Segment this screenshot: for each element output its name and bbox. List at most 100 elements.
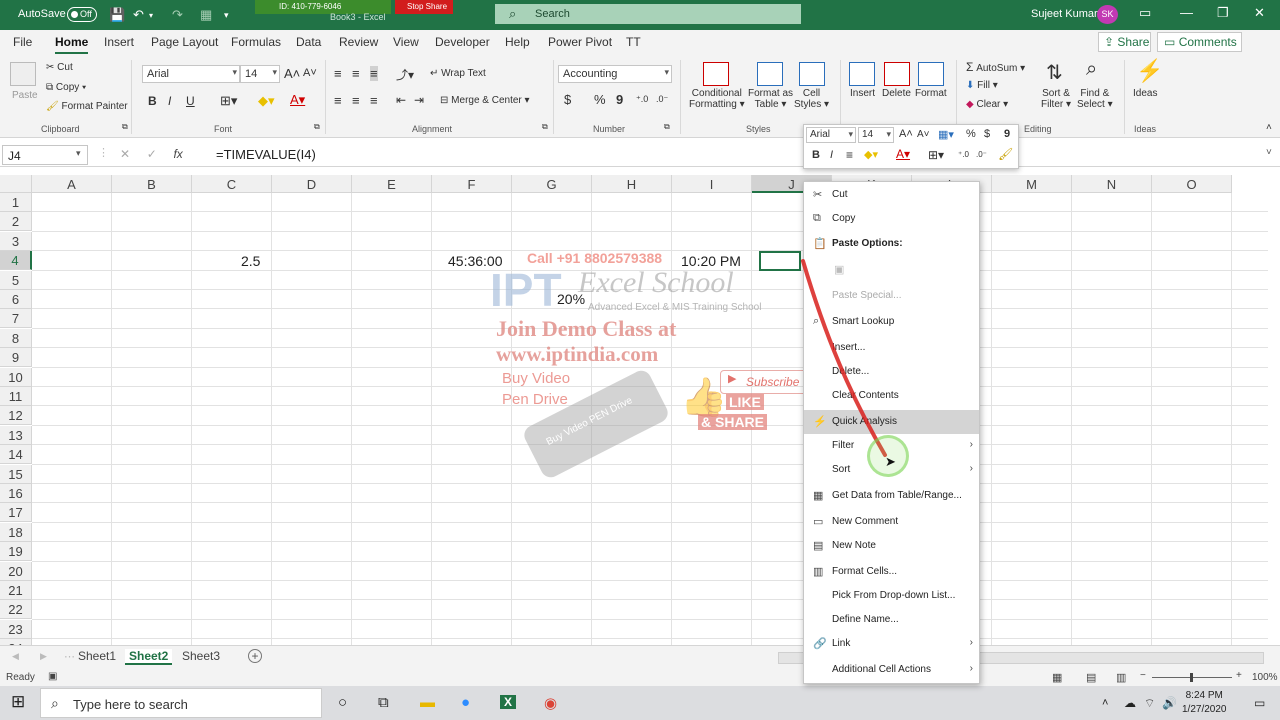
- font-name-combo[interactable]: Arial: [142, 65, 240, 83]
- ideas-icon[interactable]: ⚡: [1136, 58, 1163, 84]
- comments-button[interactable]: ▭ Comments: [1157, 32, 1242, 52]
- tab-page-layout[interactable]: Page Layout: [151, 35, 218, 49]
- sort-filter-button[interactable]: Sort & Filter ▾: [1041, 88, 1071, 110]
- column-header-E[interactable]: E: [352, 175, 432, 193]
- row-header-18[interactable]: 18: [0, 522, 32, 542]
- row-header-12[interactable]: 12: [0, 406, 32, 426]
- cell-styles-icon[interactable]: [799, 62, 825, 86]
- mini-format-painter-icon[interactable]: 🖌: [998, 147, 1013, 161]
- menu-item-copy[interactable]: ⧉ Copy: [804, 207, 979, 231]
- enter-icon[interactable]: ✓: [147, 147, 157, 161]
- normal-view-icon[interactable]: ▦: [1052, 671, 1062, 684]
- shrink-font-icon[interactable]: A˅: [303, 67, 317, 79]
- mini-shrink-font-icon[interactable]: A˅: [917, 129, 930, 140]
- volume-icon[interactable]: 🔊: [1162, 696, 1177, 710]
- tab-home[interactable]: Home: [55, 35, 89, 55]
- copy-button[interactable]: ⧉ Copy ▾: [46, 82, 86, 93]
- zoom-app-icon[interactable]: ●: [461, 694, 470, 711]
- orientation-icon[interactable]: ⤴▾: [396, 66, 414, 83]
- menu-item-quick-analysis[interactable]: ⚡ Quick Analysis: [804, 410, 979, 434]
- onedrive-icon[interactable]: ☁: [1124, 696, 1136, 710]
- sheet-tab-sheet3[interactable]: Sheet3: [182, 649, 220, 663]
- next-sheet-icon[interactable]: ▶: [40, 651, 47, 662]
- number-format-combo[interactable]: Accounting: [558, 65, 672, 83]
- conditional-formatting-icon[interactable]: [703, 62, 729, 86]
- prev-sheet-icon[interactable]: ◀: [12, 651, 19, 662]
- tab-tt[interactable]: TT: [626, 35, 641, 49]
- clear-button[interactable]: ◆ Clear ▾: [966, 99, 1008, 110]
- tab-file[interactable]: File: [13, 35, 32, 49]
- align-center-icon[interactable]: ≡: [352, 93, 360, 108]
- column-header-M[interactable]: M: [992, 175, 1072, 193]
- menu-item-new-note[interactable]: ▤ New Note: [804, 534, 979, 558]
- cell-I4[interactable]: 10:20 PM: [681, 253, 741, 269]
- decrease-decimal-icon[interactable]: .0⁻: [656, 94, 668, 105]
- column-header-F[interactable]: F: [432, 175, 512, 193]
- paste-icon[interactable]: [10, 62, 36, 86]
- tab-developer[interactable]: Developer: [435, 35, 490, 49]
- excel-app-icon[interactable]: X: [500, 695, 517, 709]
- column-header-I[interactable]: I: [672, 175, 752, 193]
- paste-button[interactable]: Paste: [12, 90, 38, 101]
- tab-review[interactable]: Review: [339, 35, 378, 49]
- insert-cells-icon[interactable]: [849, 62, 875, 86]
- row-header-15[interactable]: 15: [0, 464, 32, 484]
- borders-icon[interactable]: ⊞▾: [220, 93, 237, 109]
- format-cells-button[interactable]: Format: [915, 88, 947, 99]
- column-header-O[interactable]: O: [1152, 175, 1232, 193]
- page-layout-view-icon[interactable]: ▤: [1086, 671, 1096, 684]
- chrome-icon[interactable]: ◉: [544, 694, 557, 712]
- delete-cells-button[interactable]: Delete: [882, 88, 911, 99]
- column-header-N[interactable]: N: [1072, 175, 1152, 193]
- column-header-H[interactable]: H: [592, 175, 672, 193]
- minimize-icon[interactable]: —: [1180, 5, 1193, 20]
- undo-icon[interactable]: ↶: [133, 7, 144, 23]
- fill-button[interactable]: ⬇ Fill ▾: [966, 80, 998, 91]
- row-header-11[interactable]: 11: [0, 387, 32, 406]
- percent-button[interactable]: %: [594, 92, 606, 107]
- zoom-out-icon[interactable]: −: [1140, 670, 1146, 681]
- stop-share-button[interactable]: Stop Share: [395, 0, 453, 14]
- restore-icon[interactable]: ❐: [1217, 5, 1229, 21]
- ribbon-display-icon[interactable]: ▭: [1139, 5, 1151, 21]
- show-hidden-icons[interactable]: ˄: [1102, 697, 1108, 709]
- mini-number-format-icon[interactable]: ▦▾: [938, 128, 954, 141]
- decrease-indent-icon[interactable]: ⇤: [396, 93, 406, 107]
- selected-cell-J4[interactable]: [759, 251, 801, 271]
- find-select-icon[interactable]: ⌕: [1086, 58, 1097, 81]
- row-header-23[interactable]: 23: [0, 619, 32, 639]
- row-header-5[interactable]: 5: [0, 270, 32, 290]
- mini-comma-button[interactable]: 9: [1004, 128, 1010, 140]
- mini-grow-font-icon[interactable]: A˄: [899, 128, 913, 140]
- comma-button[interactable]: 9: [616, 92, 623, 107]
- menu-item-pick-list[interactable]: Pick From Drop-down List...: [804, 584, 979, 608]
- format-as-table-button[interactable]: Format as Table ▾: [748, 88, 793, 110]
- taskbar-clock[interactable]: 8:24 PM 1/27/2020: [1182, 689, 1227, 717]
- cell-F4[interactable]: 45:36:00: [448, 253, 503, 269]
- tab-data[interactable]: Data: [296, 35, 321, 49]
- row-header-9[interactable]: 9: [0, 348, 32, 368]
- format-cells-icon[interactable]: [918, 62, 944, 86]
- row-header-19[interactable]: 19: [0, 542, 32, 562]
- row-header-13[interactable]: 13: [0, 425, 32, 445]
- network-icon[interactable]: ⌔: [1144, 696, 1155, 711]
- column-header-B[interactable]: B: [112, 175, 192, 193]
- redo-icon[interactable]: ↷: [172, 7, 183, 23]
- row-header-2[interactable]: 2: [0, 212, 32, 232]
- formula-input[interactable]: =TIMEVALUE(I4): [216, 147, 316, 162]
- align-left-icon[interactable]: ≡: [334, 93, 342, 108]
- share-button[interactable]: ⇪ Share: [1098, 32, 1151, 52]
- insert-cells-button[interactable]: Insert: [850, 88, 875, 99]
- worksheet-grid[interactable]: ABCDEFGHIJKLMNO 123456789101112131415161…: [0, 175, 1268, 645]
- save-icon[interactable]: 💾: [109, 7, 125, 23]
- form-icon[interactable]: ▦: [200, 7, 212, 23]
- undo-dropdown-icon[interactable]: ▾: [149, 11, 153, 20]
- row-header-7[interactable]: 7: [0, 309, 32, 329]
- macro-record-icon[interactable]: ▣: [48, 671, 57, 682]
- column-header-D[interactable]: D: [272, 175, 352, 193]
- mini-increase-decimal-icon[interactable]: ⁺.0: [958, 150, 969, 159]
- mini-decrease-decimal-icon[interactable]: .0⁻: [976, 150, 987, 159]
- mini-currency-button[interactable]: $: [984, 128, 990, 140]
- italic-button[interactable]: I: [168, 94, 171, 108]
- row-header-1[interactable]: 1: [0, 193, 32, 212]
